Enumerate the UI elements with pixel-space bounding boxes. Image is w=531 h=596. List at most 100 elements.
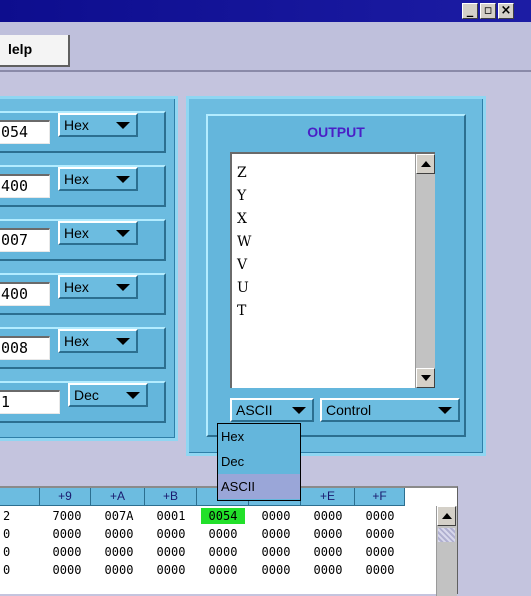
format-dropdown-menu: Hex Dec ASCII [217,423,301,501]
memory-cell[interactable]: 0000 [94,562,144,578]
memory-cell[interactable]: 0001 [146,508,196,524]
chevron-down-icon [116,230,130,237]
memory-cell[interactable]: 0000 [251,526,301,542]
register-format-label: Hex [64,333,89,349]
column-header [0,488,40,506]
scroll-down-button[interactable] [416,368,435,388]
row-prefix: 0 [3,545,11,559]
arrow-up-icon [442,513,452,519]
register-format-label: Hex [64,279,89,295]
register-format-select[interactable]: Hex [58,329,138,353]
row-prefix: 0 [3,527,11,541]
memory-cell[interactable]: 0000 [303,526,353,542]
memory-scrollbar[interactable] [436,506,457,596]
row-prefix: 0 [3,563,11,577]
column-header: +9 [40,488,91,506]
memory-cell[interactable]: 0000 [251,544,301,560]
output-line: Z [237,165,247,181]
output-line: W [237,234,252,250]
register-format-select[interactable]: Hex [58,167,138,191]
register-format-select[interactable]: Hex [58,275,138,299]
memory-cell[interactable]: 0000 [303,508,353,524]
register-format-select[interactable]: Dec [68,383,148,407]
menu-help[interactable]: lelp [0,35,70,67]
output-line: V [237,257,248,273]
register-row: 007 Hex [0,219,166,261]
memory-cell[interactable]: 0000 [42,562,92,578]
register-format-select[interactable]: Hex [58,221,138,245]
register-value[interactable]: 400 [0,174,50,198]
restore-button[interactable]: ▫ [480,3,496,19]
output-scrollbar[interactable] [415,154,435,388]
memory-cell[interactable]: 0000 [146,544,196,560]
output-mode-label: Control [326,402,372,418]
arrow-up-icon [421,161,431,167]
output-group: OUTPUT Z Y X W V U T ASCII Control [206,114,466,437]
close-icon: × [500,3,512,18]
memory-cell[interactable]: 0000 [198,544,248,560]
output-line: Y [237,188,247,204]
memory-table[interactable]: +9 +A +B +E +F 2 7000 007A 0001 0054 000… [0,486,458,596]
chevron-down-icon [292,407,306,414]
memory-cell[interactable]: 0000 [198,562,248,578]
memory-cell[interactable]: 0000 [303,544,353,560]
output-mode-select[interactable]: Control [320,398,460,422]
chevron-down-icon [126,392,140,399]
register-format-label: Dec [74,387,99,403]
row-prefix: 2 [3,509,11,523]
register-value[interactable]: 007 [0,228,50,252]
memory-cell[interactable]: 0000 [355,508,405,524]
output-line: T [237,303,247,319]
register-format-select[interactable]: Hex [58,113,138,137]
memory-cell[interactable]: 7000 [42,508,92,524]
scroll-thumb[interactable] [438,528,455,542]
dropdown-option-hex[interactable]: Hex [218,424,300,449]
close-button[interactable]: × [498,3,514,19]
memory-cell[interactable]: 0000 [42,544,92,560]
scroll-up-button[interactable] [437,506,456,526]
memory-cell-highlighted[interactable]: 0054 [201,508,245,524]
column-header: +A [91,488,145,506]
column-header: +F [355,488,405,506]
memory-cell[interactable]: 0000 [355,562,405,578]
output-format-label: ASCII [236,402,273,418]
chevron-down-icon [116,338,130,345]
register-value[interactable]: 008 [0,336,50,360]
output-title: OUTPUT [307,124,365,140]
memory-cell[interactable]: 0000 [146,562,196,578]
register-value[interactable]: 054 [0,120,50,144]
minimize-button[interactable]: _ [462,3,478,19]
register-value[interactable]: 400 [0,282,50,306]
chevron-down-icon [438,407,452,414]
scroll-up-button[interactable] [416,154,435,174]
memory-cell[interactable]: 007A [94,508,144,524]
arrow-down-icon [421,375,431,381]
memory-cell[interactable]: 0000 [355,544,405,560]
output-format-select[interactable]: ASCII [230,398,314,422]
register-row: 400 Hex [0,165,166,207]
register-format-label: Hex [64,225,89,241]
output-line: U [237,280,249,296]
chevron-down-icon [116,176,130,183]
register-row: 400 Hex [0,273,166,315]
title-bar: _ ▫ × [0,0,531,22]
dropdown-option-ascii[interactable]: ASCII [218,474,300,499]
memory-cell[interactable]: 0000 [251,508,301,524]
output-line: X [237,211,247,227]
chevron-down-icon [116,284,130,291]
register-row: 008 Hex [0,327,166,369]
register-row: 1 Dec [0,381,166,423]
memory-cell[interactable]: 0000 [146,526,196,542]
output-list[interactable]: Z Y X W V U T [230,152,435,388]
memory-cell[interactable]: 0000 [303,562,353,578]
memory-cell[interactable]: 0000 [198,526,248,542]
register-value[interactable]: 1 [0,390,60,414]
register-row: 054 Hex [0,111,166,153]
minimize-icon: _ [466,3,474,18]
memory-cell[interactable]: 0000 [355,526,405,542]
dropdown-option-dec[interactable]: Dec [218,449,300,474]
memory-cell[interactable]: 0000 [94,526,144,542]
memory-cell[interactable]: 0000 [94,544,144,560]
memory-cell[interactable]: 0000 [251,562,301,578]
memory-cell[interactable]: 0000 [42,526,92,542]
